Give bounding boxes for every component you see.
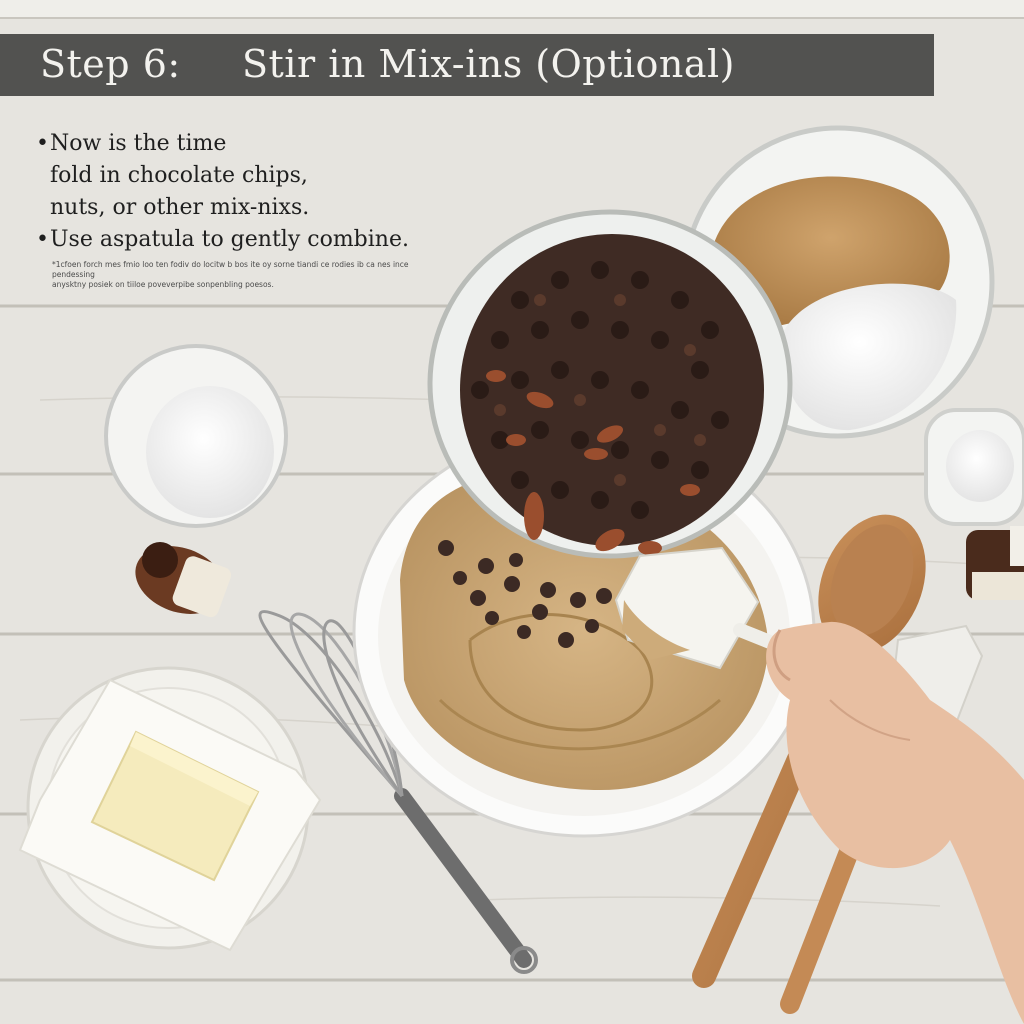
step-number: Step 6: — [40, 42, 181, 86]
instruction-line: fold in chocolate chips, — [50, 163, 308, 188]
extract-bottle — [966, 526, 1024, 600]
bullet-marker: • — [36, 131, 49, 156]
bullet-marker: • — [36, 227, 49, 252]
instruction-line: nuts, or other mix-nixs. — [50, 195, 310, 220]
instruction-line: Use aspatula to gently combine. — [50, 227, 409, 252]
fine-print: *1cfoen forch mes fmio loo ten fodiv do … — [52, 260, 444, 290]
instruction-bullet: • Now is the time fold in chocolate chip… — [36, 128, 456, 224]
salt-jar — [924, 408, 1024, 526]
step-title: Stir in Mix-ins (Optional) — [242, 42, 735, 86]
instruction-line: Now is the time — [50, 131, 227, 156]
sugar-bowl — [104, 344, 288, 528]
fine-print-line: *1cfoen forch mes fmio loo ten fodiv do … — [52, 260, 409, 279]
chocolate-chip-bowl — [427, 209, 793, 559]
instructions: • Now is the time fold in chocolate chip… — [36, 128, 456, 256]
instruction-bullet: • Use aspatula to gently combine. — [36, 224, 456, 256]
step-banner: Step 6: Stir in Mix-ins (Optional) — [0, 34, 934, 96]
fine-print-line: anysktny posiek on tiiloe poveverpibe so… — [52, 280, 274, 289]
